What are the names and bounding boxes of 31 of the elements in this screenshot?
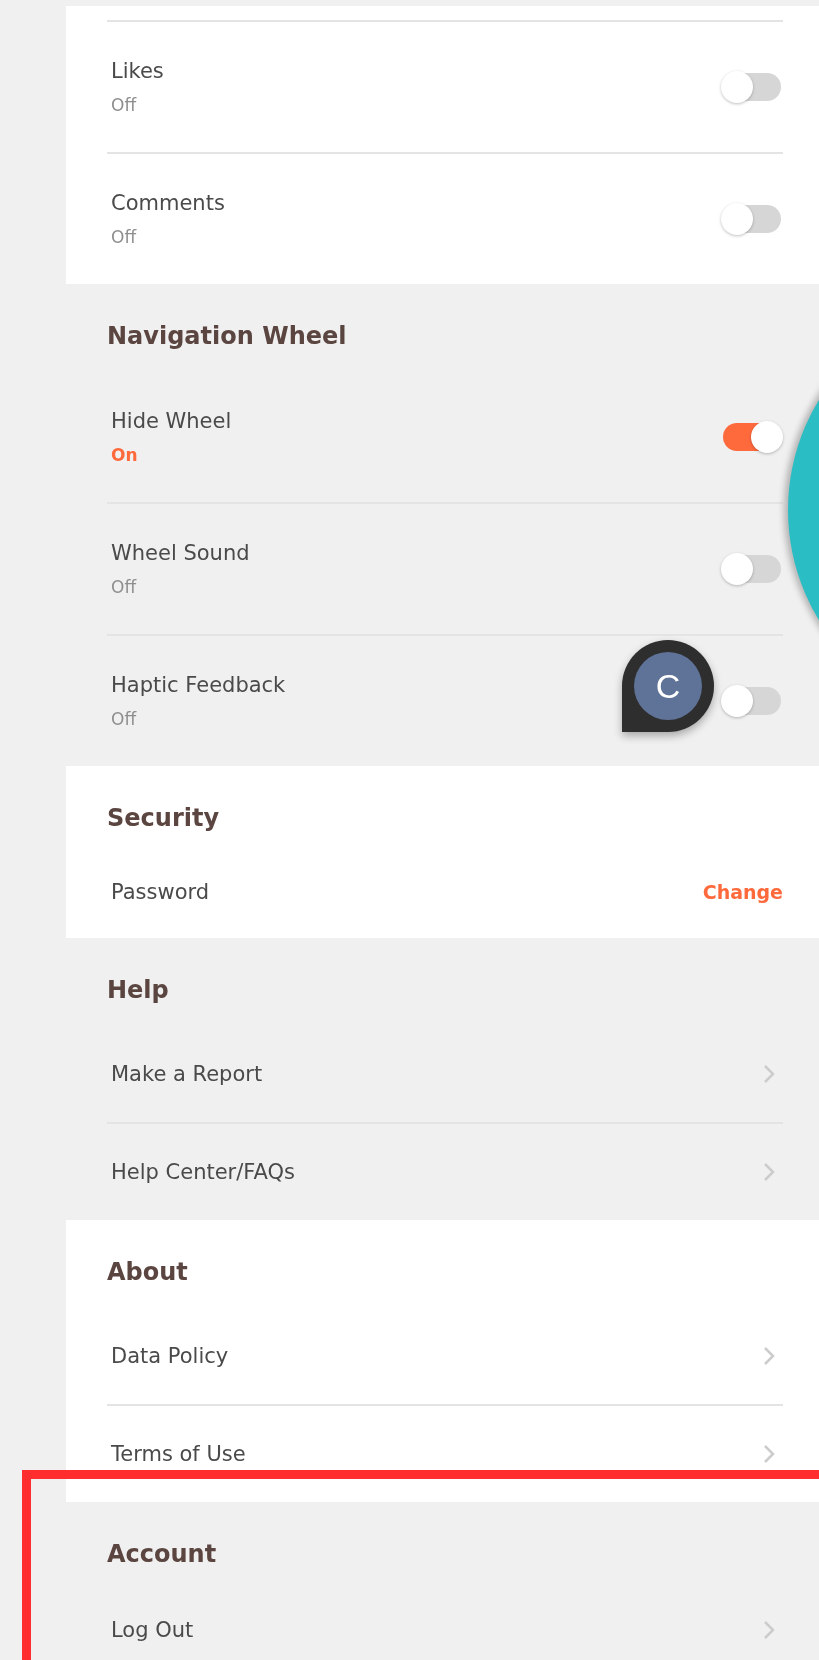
toggle-switch[interactable] bbox=[723, 687, 781, 715]
chevron-right-icon bbox=[763, 1346, 775, 1366]
setting-label: Likes bbox=[111, 59, 164, 83]
menu-item-label[interactable]: Log Out bbox=[111, 1618, 194, 1642]
setting-label: Hide Wheel bbox=[111, 409, 232, 433]
toggle-switch[interactable] bbox=[723, 205, 781, 233]
setting-status: On bbox=[111, 445, 138, 465]
setting-label: Haptic Feedback bbox=[111, 673, 286, 697]
chevron-right-icon bbox=[763, 1620, 775, 1640]
section-heading: About bbox=[107, 1257, 189, 1288]
toggle-switch[interactable] bbox=[723, 423, 781, 451]
chevron-right-icon bbox=[763, 1162, 775, 1182]
menu-item-label[interactable]: Help Center/FAQs bbox=[111, 1160, 295, 1184]
section-heading: Navigation Wheel bbox=[107, 321, 348, 352]
section-heading: Help bbox=[107, 975, 170, 1006]
menu-item-label[interactable]: Terms of Use bbox=[111, 1442, 246, 1466]
setting-status: Off bbox=[111, 95, 137, 115]
setting-label: Comments bbox=[111, 191, 225, 215]
menu-item-label[interactable]: Make a Report bbox=[111, 1062, 263, 1086]
setting-label: Wheel Sound bbox=[111, 541, 250, 565]
setting-status: Off bbox=[111, 227, 137, 247]
chevron-right-icon bbox=[763, 1064, 775, 1084]
section-heading: Security bbox=[107, 803, 221, 834]
setting-label: Password bbox=[111, 880, 210, 904]
section-heading: Account bbox=[107, 1539, 218, 1570]
toggle-switch[interactable] bbox=[723, 73, 781, 101]
toggle-switch[interactable] bbox=[723, 555, 781, 583]
setting-status: Off bbox=[111, 577, 137, 597]
chevron-right-icon bbox=[763, 1444, 775, 1464]
setting-status: Off bbox=[111, 709, 137, 729]
menu-item-label[interactable]: Data Policy bbox=[111, 1344, 229, 1368]
